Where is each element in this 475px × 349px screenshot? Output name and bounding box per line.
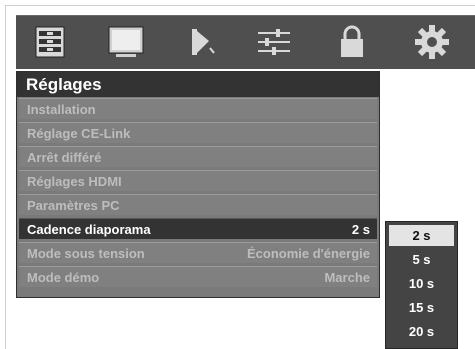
speaker-icon[interactable]: [174, 22, 226, 62]
menu-item-standby-mode[interactable]: Mode sous tension Économie d'énergie: [19, 242, 377, 263]
menu-item-label: Réglages HDMI: [27, 174, 122, 189]
menu-item-sleep-timer[interactable]: Arrêt différé: [19, 146, 377, 167]
gear-icon[interactable]: [406, 22, 458, 62]
menu-item-label: Réglage CE-Link: [27, 126, 131, 141]
menu-item-value: Économie d'énergie: [246, 246, 370, 261]
menu-item-pc-settings[interactable]: Paramètres PC: [19, 194, 377, 215]
interval-dropdown: 2 s 5 s 10 s 15 s 20 s: [385, 221, 458, 349]
sliders-icon[interactable]: [248, 22, 300, 62]
dropdown-option-20s[interactable]: 20 s: [389, 321, 454, 342]
dropdown-option-10s[interactable]: 10 s: [389, 273, 454, 294]
menu-item-label: Mode sous tension: [27, 246, 145, 261]
menu-item-label: Mode démo: [27, 270, 100, 285]
screen-icon[interactable]: [100, 22, 152, 62]
menu-title: Réglages: [17, 72, 379, 97]
menu-item-slideshow-interval[interactable]: Cadence diaporama 2 s: [19, 218, 377, 239]
menu-item-label: Installation: [27, 102, 96, 117]
dropdown-option-15s[interactable]: 15 s: [389, 297, 454, 318]
menu-item-value: 2 s: [351, 222, 370, 237]
top-menu-bar: [16, 15, 475, 69]
settings-menu: Réglages Installation Réglage CE-Link Ar…: [16, 71, 380, 298]
menu-item-label: Arrêt différé: [27, 150, 102, 165]
menu-item-demo-mode[interactable]: Mode démo Marche: [19, 266, 377, 287]
dropdown-option-2s[interactable]: 2 s: [389, 225, 454, 246]
menu-item-hdmi-settings[interactable]: Réglages HDMI: [19, 170, 377, 191]
dropdown-option-5s[interactable]: 5 s: [389, 249, 454, 270]
menu-item-label: Cadence diaporama: [27, 222, 151, 237]
menu-item-installation[interactable]: Installation: [19, 98, 377, 119]
menu-item-value: Marche: [324, 270, 370, 285]
menu-item-label: Paramètres PC: [27, 198, 120, 213]
lock-icon[interactable]: [326, 22, 378, 62]
menu-item-ce-link[interactable]: Réglage CE-Link: [19, 122, 377, 143]
installation-icon[interactable]: [24, 22, 76, 62]
